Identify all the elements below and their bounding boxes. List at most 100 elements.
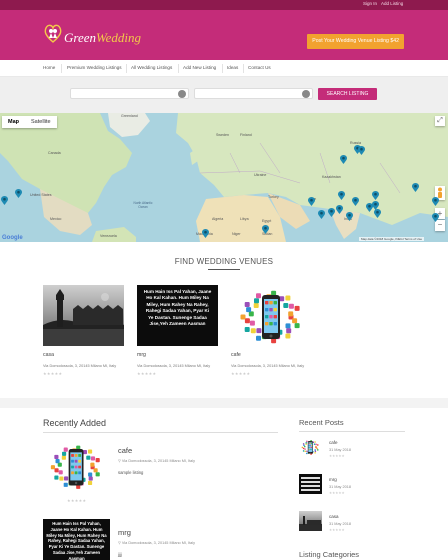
listings-map[interactable]: Greenland North Atlantic Ocean Kazakhsta… xyxy=(0,113,448,242)
location-target-icon xyxy=(302,90,310,98)
tab-satellite[interactable]: Satellite xyxy=(25,116,57,128)
map-label: Ukraine xyxy=(254,173,267,177)
keyword-input[interactable] xyxy=(70,88,189,99)
nav-divider xyxy=(222,64,223,73)
map-label: Venezuela xyxy=(100,234,117,238)
bridge-photo[interactable] xyxy=(43,285,124,346)
map-label: Algeria xyxy=(212,217,224,221)
map-marker-icon[interactable] xyxy=(432,197,439,206)
site-logo[interactable]: GreenWedding xyxy=(44,20,144,50)
post-date: 31 May 2018 xyxy=(329,448,351,452)
nav-divider xyxy=(178,64,179,73)
map-label: United States xyxy=(30,193,52,197)
post-thumbnail[interactable] xyxy=(299,474,322,494)
venues-title: FIND WEDDING VENUES xyxy=(174,257,274,266)
recent-post[interactable]: mrg 31 May 2018 ★★★★★ xyxy=(299,474,405,504)
google-logo: Google xyxy=(2,235,23,241)
listing-description: jjjj xyxy=(118,552,122,557)
venue-name[interactable]: cafe xyxy=(231,352,312,358)
title-divider xyxy=(208,269,240,270)
phone-apps-image[interactable] xyxy=(231,285,312,346)
venue-address: Via Domodossola, 3, 20145 Milano MI, Ita… xyxy=(137,364,211,368)
nav-divider xyxy=(243,64,244,73)
map-marker-icon[interactable] xyxy=(328,208,335,217)
rating-stars: ★★★★★ xyxy=(43,371,63,376)
section-band xyxy=(0,398,448,408)
post-title[interactable]: casa xyxy=(329,514,339,519)
rating-stars: ★★★★★ xyxy=(329,528,345,532)
list-item[interactable]: Hum Hain Iss Pal Yahan, Jaane Ho Kal Kah… xyxy=(43,519,283,560)
map-marker-icon[interactable] xyxy=(1,196,8,205)
map-marker-icon[interactable] xyxy=(318,210,325,219)
rating-stars: ★★★★★ xyxy=(329,454,345,458)
map-attribution[interactable]: Map data ©2018 Google, INEGI Terms of Us… xyxy=(358,237,424,241)
map-marker-icon[interactable] xyxy=(346,212,353,221)
venue-card[interactable]: cafe Via Domodossola, 3, 20145 Milano MI… xyxy=(231,285,312,376)
venue-address: Via Domodossola, 3, 20145 Milano MI, Ita… xyxy=(43,364,117,368)
map-marker-icon[interactable] xyxy=(372,191,379,200)
map-marker-icon[interactable] xyxy=(338,191,345,200)
nav-add-listing[interactable]: Add New Listing xyxy=(183,65,216,70)
nav-home[interactable]: Home xyxy=(43,65,55,70)
recent-post[interactable]: cafe 31 May 2018 ★★★★★ xyxy=(299,437,405,467)
map-marker-icon[interactable] xyxy=(308,197,315,206)
venue-name[interactable]: mrg xyxy=(137,352,218,358)
phone-apps-image[interactable] xyxy=(43,437,110,495)
map-type-tabs: Map Satellite xyxy=(2,116,57,128)
rating-stars: ★★★★★ xyxy=(137,371,157,376)
quote-image[interactable]: Hum Hain Iss Pal Yahan, Jaane Ho Kal Kah… xyxy=(43,519,110,560)
map-marker-icon[interactable] xyxy=(352,197,359,206)
listing-name[interactable]: mrg xyxy=(118,528,131,537)
post-date: 31 May 2018 xyxy=(329,485,351,489)
map-marker-icon[interactable] xyxy=(374,209,381,218)
map-label: Mexico xyxy=(50,217,62,221)
post-date: 31 May 2018 xyxy=(329,522,351,526)
search-listing-button[interactable]: SEARCH LISTING xyxy=(318,88,377,100)
nav-premium-listings[interactable]: Premium Wedding Listings xyxy=(67,65,122,70)
map-label: Niger xyxy=(232,232,241,236)
listing-name[interactable]: cafe xyxy=(118,446,132,455)
map-marker-icon[interactable] xyxy=(336,205,343,214)
quote-lines xyxy=(301,477,320,479)
map-marker-icon[interactable] xyxy=(262,225,269,234)
nav-ideas[interactable]: Ideas xyxy=(227,65,238,70)
map-marker-icon[interactable] xyxy=(432,213,439,222)
post-title[interactable]: mrg xyxy=(329,477,337,482)
post-title[interactable]: cafe xyxy=(329,440,338,445)
venue-card[interactable]: Hum Hain Iss Pal Yahan, Jaane Ho Kal Kah… xyxy=(137,285,218,376)
nav-contact[interactable]: Contact Us xyxy=(248,65,271,70)
map-marker-icon[interactable] xyxy=(412,183,419,192)
quote-text: Hum Hain Iss Pal Yahan, Jaane Ho Kal Kah… xyxy=(137,285,218,346)
nav-divider xyxy=(126,64,127,73)
post-thumbnail[interactable] xyxy=(299,437,322,457)
phone-apps-icon xyxy=(301,439,319,455)
map-marker-icon[interactable] xyxy=(358,146,365,155)
map-label: Sweden xyxy=(216,133,229,137)
recent-post[interactable]: casa 31 May 2018 ★★★★★ xyxy=(299,511,405,541)
heart-couple-icon xyxy=(44,24,62,43)
nav-divider xyxy=(61,64,62,73)
fullscreen-icon[interactable]: ⤢ xyxy=(435,116,445,126)
map-label: Greenland xyxy=(121,114,138,118)
map-label: North Atlantic Ocean xyxy=(133,201,153,209)
phone-apps-icon xyxy=(50,445,100,489)
nav-all-listings[interactable]: All Wedding Listings xyxy=(131,65,172,70)
map-marker-icon[interactable] xyxy=(340,155,347,164)
logo-text: GreenWedding xyxy=(64,30,142,45)
venue-card[interactable]: casa Via Domodossola, 3, 20145 Milano MI… xyxy=(43,285,124,376)
map-marker-icon[interactable] xyxy=(202,229,209,238)
location-input[interactable] xyxy=(194,88,313,99)
post-thumbnail[interactable] xyxy=(299,511,322,531)
sign-in-link[interactable]: Sign In xyxy=(363,1,377,6)
quote-image[interactable]: Hum Hain Iss Pal Yahan, Jaane Ho Kal Kah… xyxy=(137,285,218,346)
venue-name[interactable]: casa xyxy=(43,352,124,358)
list-item[interactable]: cafe ⚲ Via Domodossola, 3, 20145 Milano … xyxy=(43,437,283,503)
search-icon xyxy=(178,90,186,98)
main-nav: Home Premium Wedding Listings All Weddin… xyxy=(0,60,448,77)
add-listing-link[interactable]: Add Listing xyxy=(381,1,403,6)
tab-map[interactable]: Map xyxy=(2,116,25,128)
post-listing-button[interactable]: Post Your Wedding Venue Listing $42 xyxy=(307,34,404,49)
rating-stars: ★★★★★ xyxy=(231,371,251,376)
map-marker-icon[interactable] xyxy=(15,189,22,198)
phone-apps-icon xyxy=(240,290,300,344)
